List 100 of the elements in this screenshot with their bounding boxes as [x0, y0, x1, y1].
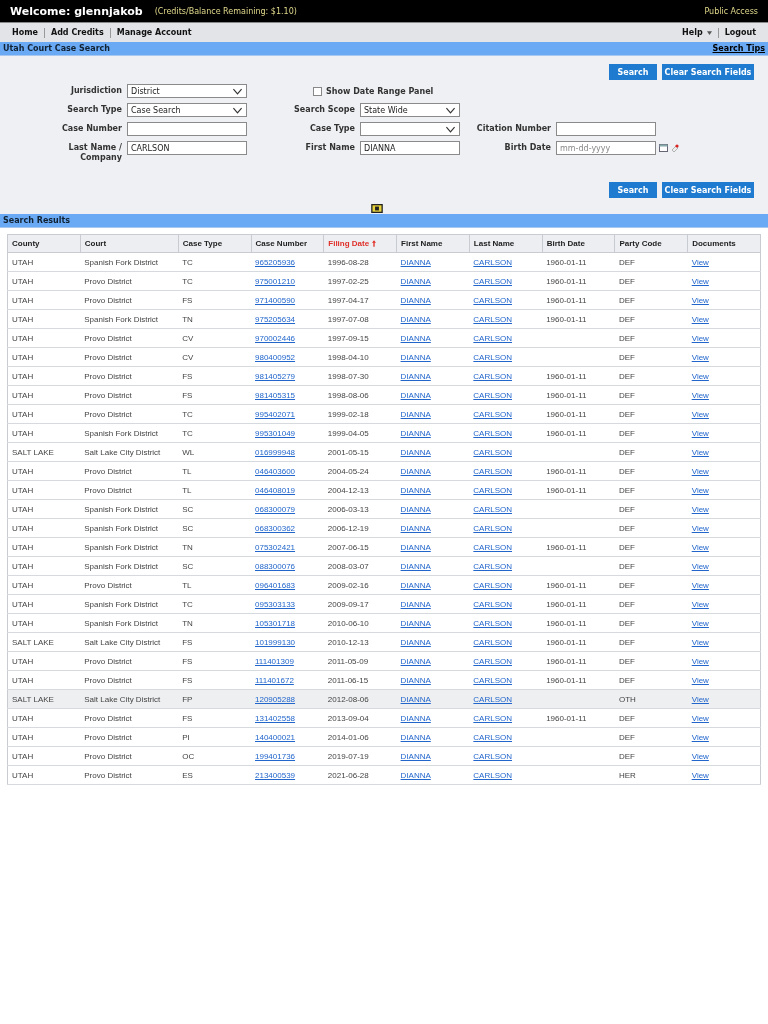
- table-link[interactable]: 975001210: [255, 276, 296, 286]
- case-type-select[interactable]: [360, 122, 460, 136]
- citation-number-field[interactable]: [556, 122, 656, 136]
- table-link[interactable]: CARLSON: [473, 409, 513, 419]
- table-link[interactable]: DIANNA: [400, 580, 431, 590]
- table-link[interactable]: DIANNA: [400, 390, 431, 400]
- column-header[interactable]: Case Number: [251, 234, 324, 253]
- table-link[interactable]: 111401672: [255, 675, 294, 685]
- table-link[interactable]: 120905288: [255, 694, 296, 704]
- table-link[interactable]: DIANNA: [400, 504, 431, 514]
- table-link[interactable]: View: [691, 390, 709, 400]
- table-link[interactable]: 096401683: [255, 580, 296, 590]
- table-link[interactable]: DIANNA: [400, 295, 431, 305]
- table-link[interactable]: DIANNA: [400, 333, 431, 343]
- column-header[interactable]: Birth Date: [542, 234, 615, 253]
- table-link[interactable]: CARLSON: [473, 333, 513, 343]
- table-link[interactable]: CARLSON: [473, 466, 513, 476]
- table-link[interactable]: View: [691, 295, 709, 305]
- search-button[interactable]: Search: [609, 182, 657, 198]
- table-link[interactable]: DIANNA: [400, 485, 431, 495]
- table-link[interactable]: View: [691, 409, 709, 419]
- table-link[interactable]: 088300076: [255, 561, 296, 571]
- table-link[interactable]: View: [691, 732, 709, 742]
- table-link[interactable]: View: [691, 770, 709, 780]
- column-header[interactable]: Party Code: [614, 234, 688, 253]
- table-link[interactable]: View: [691, 276, 709, 286]
- table-link[interactable]: DIANNA: [400, 428, 431, 438]
- table-link[interactable]: DIANNA: [400, 371, 431, 381]
- table-link[interactable]: View: [691, 371, 709, 381]
- first-name-field[interactable]: DIANNA: [360, 141, 460, 155]
- column-header[interactable]: County: [7, 234, 81, 253]
- table-link[interactable]: View: [691, 656, 709, 666]
- birth-date-field[interactable]: mm-dd-yyyy: [556, 141, 656, 155]
- table-link[interactable]: CARLSON: [473, 580, 513, 590]
- table-link[interactable]: 980400952: [255, 352, 296, 362]
- table-link[interactable]: DIANNA: [400, 257, 431, 267]
- table-link[interactable]: CARLSON: [473, 675, 513, 685]
- column-header[interactable]: Filing Date: [323, 234, 397, 253]
- table-link[interactable]: DIANNA: [400, 637, 431, 647]
- table-link[interactable]: DIANNA: [400, 276, 431, 286]
- table-link[interactable]: DIANNA: [400, 618, 431, 628]
- table-link[interactable]: 970002446: [255, 333, 296, 343]
- table-link[interactable]: 016999948: [255, 447, 296, 457]
- table-link[interactable]: 965205936: [255, 257, 296, 267]
- table-link[interactable]: View: [691, 333, 709, 343]
- search-type-select[interactable]: Case Search: [127, 103, 247, 117]
- table-link[interactable]: 981405279: [255, 371, 296, 381]
- logout-link[interactable]: Logout: [717, 27, 762, 38]
- table-link[interactable]: 971400590: [255, 295, 296, 305]
- table-link[interactable]: CARLSON: [473, 694, 513, 704]
- table-link[interactable]: 046408019: [255, 485, 296, 495]
- table-link[interactable]: 068300079: [255, 504, 296, 514]
- table-link[interactable]: 111401309: [255, 656, 294, 666]
- table-link[interactable]: View: [691, 504, 709, 514]
- nav-link[interactable]: Home: [6, 27, 44, 38]
- calendar-icon[interactable]: [659, 144, 668, 152]
- case-number-field[interactable]: [127, 122, 247, 136]
- table-link[interactable]: 105301718: [255, 618, 296, 628]
- table-link[interactable]: CARLSON: [473, 599, 513, 609]
- table-link[interactable]: 101999130: [255, 637, 296, 647]
- table-link[interactable]: View: [691, 314, 709, 324]
- column-header[interactable]: Case Type: [178, 234, 251, 253]
- table-link[interactable]: DIANNA: [400, 352, 431, 362]
- table-link[interactable]: 995301049: [255, 428, 296, 438]
- nav-link[interactable]: Manage Account: [109, 27, 198, 38]
- search-tips-link[interactable]: Search Tips: [712, 44, 765, 53]
- table-link[interactable]: CARLSON: [473, 390, 513, 400]
- table-link[interactable]: View: [691, 561, 709, 571]
- table-link[interactable]: View: [691, 523, 709, 533]
- table-link[interactable]: CARLSON: [473, 295, 513, 305]
- table-link[interactable]: View: [691, 447, 709, 457]
- clear-search-fields-button[interactable]: Clear Search Fields: [662, 182, 754, 198]
- table-link[interactable]: 199401736: [255, 751, 296, 761]
- table-link[interactable]: View: [691, 713, 709, 723]
- table-link[interactable]: View: [691, 466, 709, 476]
- clear-search-fields-button[interactable]: Clear Search Fields: [662, 64, 754, 80]
- table-link[interactable]: CARLSON: [473, 428, 513, 438]
- table-link[interactable]: DIANNA: [400, 409, 431, 419]
- table-link[interactable]: DIANNA: [400, 542, 431, 552]
- table-link[interactable]: View: [691, 694, 709, 704]
- column-header[interactable]: Documents: [687, 234, 761, 253]
- table-link[interactable]: CARLSON: [473, 523, 513, 533]
- last-name-field[interactable]: CARLSON: [127, 141, 247, 155]
- table-link[interactable]: CARLSON: [473, 770, 513, 780]
- table-link[interactable]: DIANNA: [400, 523, 431, 533]
- table-link[interactable]: CARLSON: [473, 732, 513, 742]
- table-link[interactable]: DIANNA: [400, 656, 431, 666]
- table-link[interactable]: CARLSON: [473, 257, 513, 267]
- table-link[interactable]: 975205634: [255, 314, 296, 324]
- help-menu[interactable]: Help: [676, 27, 718, 38]
- table-link[interactable]: CARLSON: [473, 447, 513, 457]
- table-link[interactable]: DIANNA: [400, 770, 431, 780]
- search-button[interactable]: Search: [609, 64, 657, 80]
- table-link[interactable]: View: [691, 618, 709, 628]
- table-link[interactable]: DIANNA: [400, 694, 431, 704]
- table-link[interactable]: View: [691, 352, 709, 362]
- table-link[interactable]: DIANNA: [400, 675, 431, 685]
- table-link[interactable]: CARLSON: [473, 504, 513, 514]
- table-link[interactable]: View: [691, 428, 709, 438]
- table-link[interactable]: CARLSON: [473, 485, 513, 495]
